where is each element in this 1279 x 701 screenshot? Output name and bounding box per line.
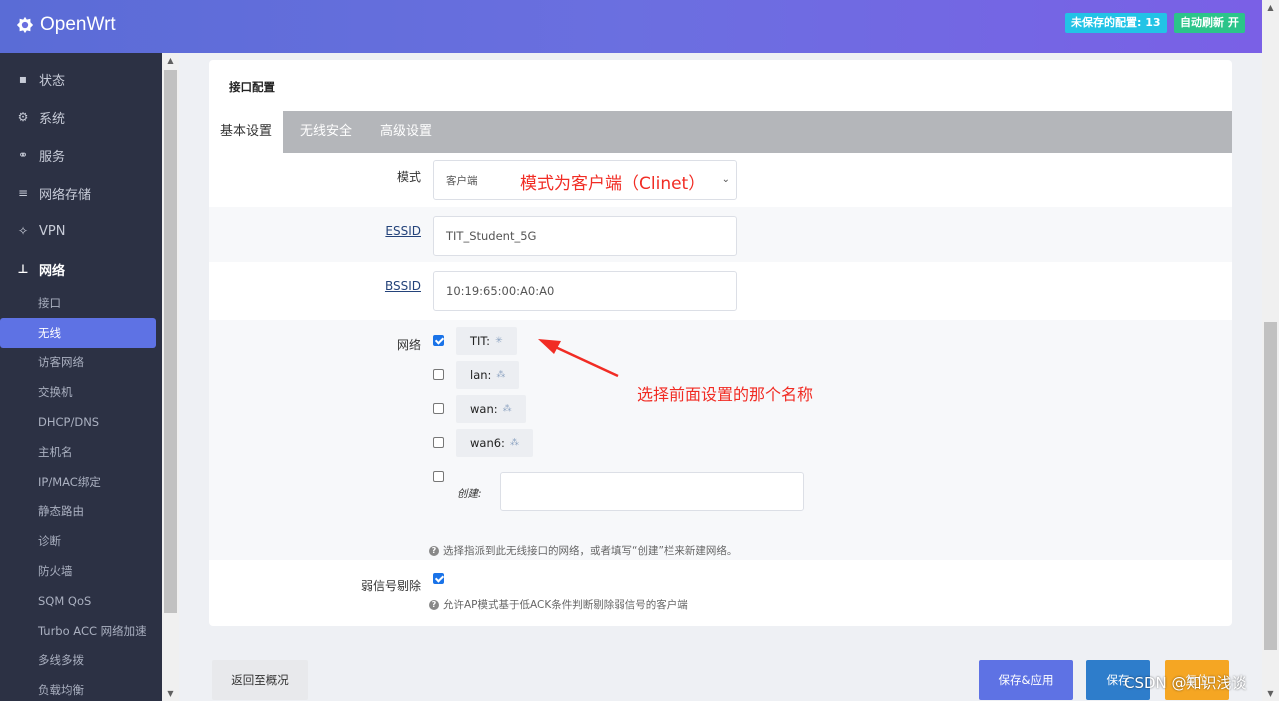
sidebar-subitem-ip-mac-binding[interactable]: IP/MAC绑定 — [0, 467, 162, 497]
gear-icon: ⚙ — [17, 110, 29, 124]
sidebar-item-status[interactable]: ▪ 状态 — [0, 60, 162, 98]
sidebar-subitem-multi-dial[interactable]: 多线多拨 — [0, 646, 162, 676]
card-title: 接口配置 — [229, 80, 275, 94]
network-annotation: 选择前面设置的那个名称 — [637, 385, 814, 404]
tab-bar: 基本设置 无线安全 高级设置 — [209, 111, 1232, 153]
tab-wireless-security[interactable]: 无线安全 — [289, 111, 363, 153]
sidebar-subitem-wireless[interactable]: 无线 — [0, 317, 156, 348]
sidebar-item-label: 服务 — [39, 149, 66, 165]
network-checkbox-wan6[interactable] — [433, 437, 444, 448]
top-header: OpenWrt 未保存的配置: 13 自动刷新 开 — [0, 0, 1262, 53]
openwrt-logo-icon — [16, 16, 34, 34]
question-icon: ? — [429, 599, 439, 610]
sidebar-item-network[interactable]: ⊥ 网络 — [0, 250, 162, 288]
network-option-wan6[interactable]: wan6: ⁂ — [456, 429, 533, 457]
network-checkbox-lan[interactable] — [433, 369, 444, 380]
sidebar-item-label: VPN — [39, 223, 66, 239]
sidebar-item-services[interactable]: ⚭ 服务 — [0, 136, 162, 174]
sidebar: ▪ 状态 ⚙ 系统 ⚭ 服务 ≡ 网络存储 ✧ VPN ⊥ 网络 接口 无线 访… — [0, 53, 162, 701]
brand[interactable]: OpenWrt — [16, 14, 116, 36]
sidebar-item-vpn[interactable]: ✧ VPN — [0, 212, 162, 250]
network-option-label: wan6: — [470, 436, 505, 450]
scroll-up-arrow-icon[interactable]: ▲ — [162, 53, 179, 68]
sidebar-subitem-firewall[interactable]: 防火墙 — [0, 556, 162, 586]
network-hint: ? 选择指派到此无线接口的网络，或者填写“创建”栏来新建网络。 — [429, 543, 737, 558]
create-network-input[interactable] — [500, 472, 804, 511]
mode-select-value: 客户端 — [446, 175, 478, 187]
scroll-up-arrow-icon[interactable]: ▲ — [1262, 0, 1279, 15]
create-label: 创建: — [457, 488, 482, 500]
sidebar-subitem-diagnostics[interactable]: 诊断 — [0, 526, 162, 556]
sidebar-item-storage[interactable]: ≡ 网络存储 — [0, 174, 162, 212]
database-icon: ≡ — [17, 186, 29, 200]
sidebar-subitem-load-balancing[interactable]: 负载均衡 — [0, 675, 162, 701]
ethernet-network-icon: ⁂ — [502, 404, 512, 414]
network-option-lan[interactable]: lan: ⁂ — [456, 361, 520, 389]
network-checkbox-tit[interactable] — [433, 335, 444, 346]
network-option-tit[interactable]: TIT: ✳ — [456, 327, 517, 355]
network-hint-text: 选择指派到此无线接口的网络，或者填写“创建”栏来新建网络。 — [443, 545, 738, 557]
vpn-icon: ✧ — [17, 224, 29, 238]
sidebar-scrollbar-thumb[interactable] — [164, 70, 177, 613]
auto-refresh-badge[interactable]: 自动刷新 开 — [1174, 13, 1245, 33]
chevron-down-icon: ⌄ — [721, 174, 730, 185]
network-option-label: TIT: — [470, 334, 491, 348]
back-to-overview-button[interactable]: 返回至概况 — [212, 660, 308, 700]
services-icon: ⚭ — [17, 148, 29, 162]
tab-advanced-settings[interactable]: 高级设置 — [369, 111, 443, 153]
sidebar-subitem-switch[interactable]: 交换机 — [0, 377, 162, 407]
sidebar-subitem-turbo-acc[interactable]: Turbo ACC 网络加速 — [0, 616, 162, 646]
bssid-field[interactable]: 10:19:65:00:A0:A0 — [433, 271, 737, 311]
mode-label: 模式 — [396, 170, 421, 184]
sidebar-item-label: 网络 — [39, 263, 66, 279]
mode-annotation: 模式为客户端（Clinet） — [520, 174, 706, 194]
network-option-label: wan: — [470, 402, 498, 416]
weak-signal-checkbox[interactable] — [433, 573, 444, 584]
sidebar-subitem-interfaces[interactable]: 接口 — [0, 288, 162, 318]
scroll-down-arrow-icon[interactable]: ▼ — [1262, 686, 1279, 701]
tab-basic-settings[interactable]: 基本设置 — [209, 111, 284, 153]
essid-field[interactable]: TIT_Student_5G — [433, 216, 737, 256]
sidebar-subitem-static-routes[interactable]: 静态路由 — [0, 497, 162, 527]
network-icon: ⊥ — [17, 262, 29, 276]
sidebar-item-label: 网络存储 — [39, 187, 92, 203]
network-checkbox-wan[interactable] — [433, 403, 444, 414]
wifi-network-icon: ✳ — [495, 336, 503, 346]
interface-config-card: 接口配置 基本设置 无线安全 高级设置 模式 客户端 ⌄ 模式为客户端（Clin… — [209, 60, 1232, 626]
sidebar-subitem-guest-network[interactable]: 访客网络 — [0, 348, 162, 378]
bssid-label[interactable]: BSSID — [359, 279, 421, 293]
sidebar-scrollbar[interactable]: ▲ ▼ — [162, 53, 179, 701]
network-label: 网络 — [396, 338, 421, 352]
annotation-arrow-icon — [538, 339, 619, 378]
sidebar-subitem-hostnames[interactable]: 主机名 — [0, 437, 162, 467]
brand-name: OpenWrt — [40, 14, 116, 35]
essid-label[interactable]: ESSID — [359, 224, 421, 238]
page-scrollbar[interactable]: ▲ ▼ — [1262, 0, 1279, 701]
ethernet-network-icon: ⁂ — [509, 438, 519, 448]
sidebar-item-label: 系统 — [39, 111, 66, 127]
sidebar-subitem-sqm-qos[interactable]: SQM QoS — [0, 586, 162, 616]
dashboard-icon: ▪ — [18, 72, 28, 86]
network-option-label: lan: — [470, 368, 492, 382]
save-apply-button[interactable]: 保存&应用 — [979, 660, 1073, 700]
weak-signal-hint: ? 允许AP模式基于低ACK条件判断剔除弱信号的客户端 — [429, 597, 688, 612]
weak-signal-hint-text: 允许AP模式基于低ACK条件判断剔除弱信号的客户端 — [443, 599, 688, 611]
sidebar-item-system[interactable]: ⚙ 系统 — [0, 98, 162, 136]
scroll-down-arrow-icon[interactable]: ▼ — [162, 686, 179, 701]
sidebar-item-label: 状态 — [39, 73, 66, 89]
sidebar-subitem-dhcp-dns[interactable]: DHCP/DNS — [0, 407, 162, 437]
ethernet-network-icon: ⁂ — [496, 370, 506, 380]
unsaved-changes-badge[interactable]: 未保存的配置: 13 — [1065, 13, 1167, 33]
network-option-wan[interactable]: wan: ⁂ — [456, 395, 526, 423]
network-row — [209, 320, 1232, 560]
network-checkbox-create[interactable] — [433, 471, 444, 482]
weak-signal-label: 弱信号剔除 — [360, 579, 421, 593]
question-icon: ? — [429, 545, 439, 556]
csdn-watermark: CSDN @知识浅谈 — [1124, 674, 1247, 692]
page-scrollbar-thumb[interactable] — [1264, 322, 1277, 650]
